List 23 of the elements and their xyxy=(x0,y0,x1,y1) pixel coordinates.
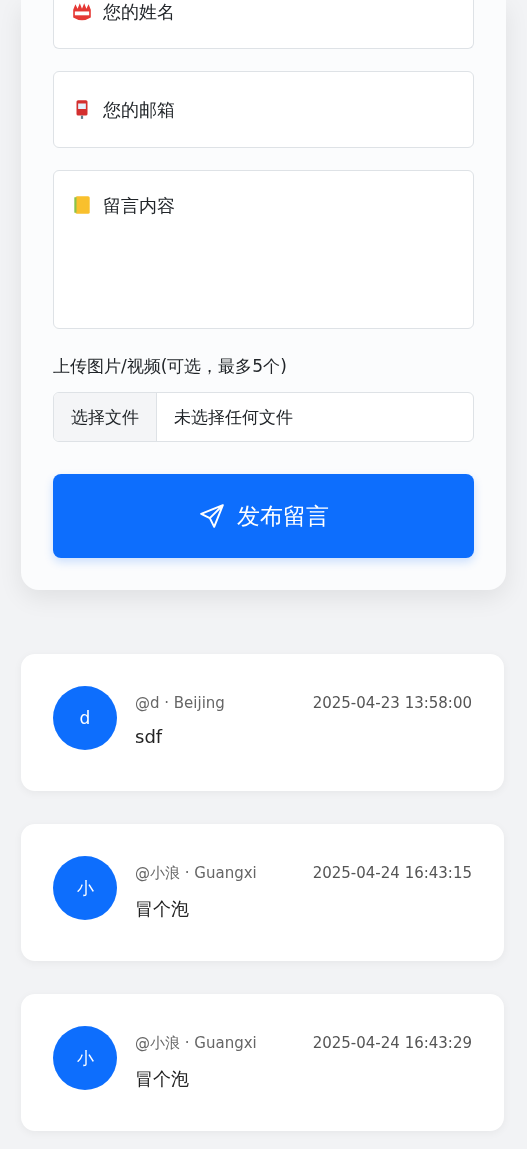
comment-time: 2025-04-23 13:58:00 xyxy=(312,694,472,712)
avatar: d xyxy=(53,686,117,750)
input-field[interactable]: 您的邮箱 xyxy=(53,71,474,148)
comment-author: @小浪 · Guangxi xyxy=(135,864,257,883)
avatar: 小 xyxy=(53,856,117,920)
comment-text: 冒个泡 xyxy=(135,897,190,921)
comment-time: 2025-04-24 16:43:15 xyxy=(312,864,472,883)
send-icon xyxy=(198,503,225,529)
comment-text: sdf xyxy=(135,726,164,747)
name-badge-icon xyxy=(71,1,93,23)
file-input[interactable]: 选择文件 未选择任何文件 xyxy=(53,392,474,442)
avatar: 小 xyxy=(53,1026,117,1090)
input-field[interactable]: 您的姓名 xyxy=(53,0,474,49)
upload-label: 上传图片/视频(可选，最多5个) xyxy=(53,355,288,378)
file-status: 未选择任何文件 xyxy=(173,405,293,429)
comment-author: @小浪 · Guangxi xyxy=(135,1034,257,1053)
submit-button[interactable]: 发布留言 xyxy=(53,474,474,558)
comment-text: 冒个泡 xyxy=(135,1067,190,1091)
choose-file-button[interactable]: 选择文件 xyxy=(54,393,157,441)
notebook-icon xyxy=(71,194,93,216)
message-field[interactable]: 留言内容 xyxy=(53,170,474,329)
comment-time: 2025-04-24 16:43:29 xyxy=(312,1034,472,1053)
comment-author: @d · Beijing xyxy=(135,694,225,712)
